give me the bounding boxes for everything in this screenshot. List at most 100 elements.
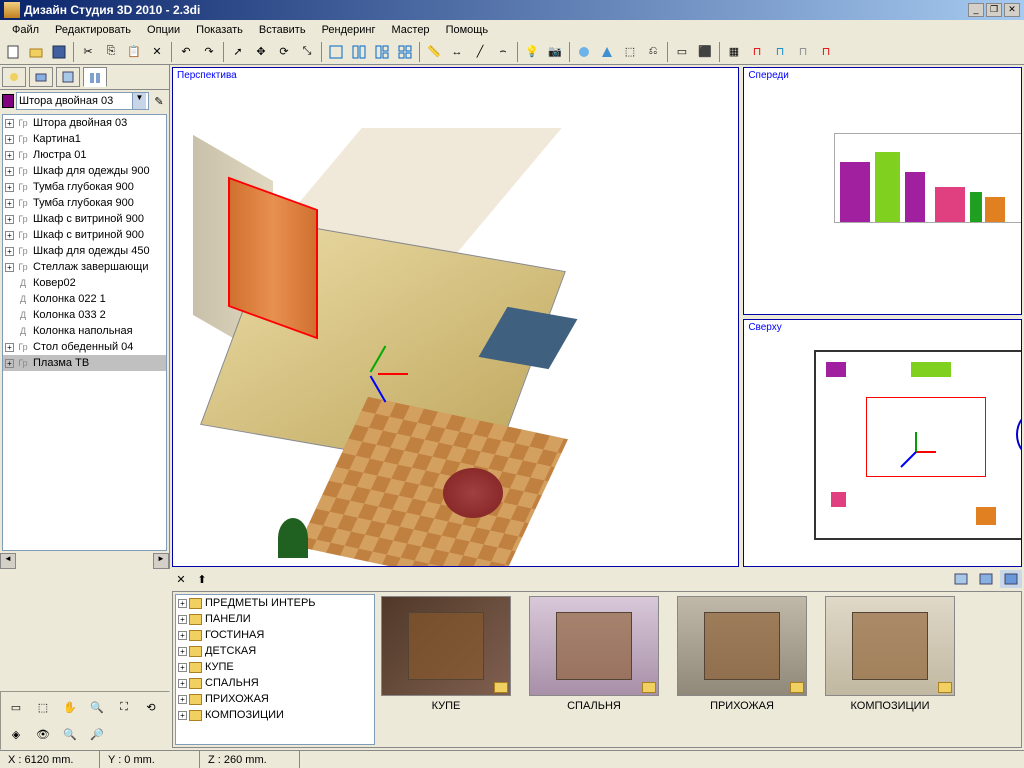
lib-tree-item[interactable]: +ГОСТИНАЯ <box>176 627 374 643</box>
nav-walk-icon[interactable]: 👁 <box>30 721 56 747</box>
tree-item[interactable]: ДКолонка напольная <box>3 323 166 339</box>
tree-item[interactable]: ДКовер02 <box>3 275 166 291</box>
render-icon[interactable] <box>573 41 595 63</box>
nav-frame-icon[interactable]: ▭ <box>3 694 29 720</box>
viewport-front[interactable]: Спереди <box>743 67 1022 315</box>
snap2-icon[interactable]: ⊓ <box>769 41 791 63</box>
viewport-perspective[interactable]: Перспектива <box>172 67 739 567</box>
select-icon[interactable]: ➚ <box>227 41 249 63</box>
scale-icon[interactable]: ⤡ <box>296 41 318 63</box>
libview-med-icon[interactable] <box>975 570 997 588</box>
tool-a-icon[interactable]: ⬚ <box>619 41 641 63</box>
cut-icon[interactable]: ✂ <box>77 41 99 63</box>
thumb-item[interactable]: СПАЛЬНЯ <box>529 596 659 712</box>
grid-icon[interactable]: ▦ <box>723 41 745 63</box>
tree-item[interactable]: +ГрСтеллаж завершающи <box>3 259 166 275</box>
ltab-3[interactable] <box>56 67 80 87</box>
layout4-icon[interactable] <box>394 41 416 63</box>
layout2-icon[interactable] <box>348 41 370 63</box>
minimize-button[interactable]: _ <box>968 3 984 17</box>
maximize-button[interactable]: ❐ <box>986 3 1002 17</box>
menu-show[interactable]: Показать <box>188 22 251 38</box>
paste-icon[interactable]: 📋 <box>123 41 145 63</box>
copy-icon[interactable]: ⎘ <box>100 41 122 63</box>
new-file-icon[interactable] <box>2 41 24 63</box>
tree-item[interactable]: +ГрШкаф с витриной 900 <box>3 211 166 227</box>
nav-zoomfit-icon[interactable]: ⛶ <box>111 694 137 720</box>
chevron-down-icon[interactable]: ▼ <box>132 93 146 109</box>
dimension-icon[interactable]: ↔ <box>446 41 468 63</box>
nav-zoom-icon[interactable]: 🔍 <box>84 694 110 720</box>
lib-tree-item[interactable]: +ПРЕДМЕТЫ ИНТЕРЬ <box>176 595 374 611</box>
wall-icon[interactable]: ▭ <box>671 41 693 63</box>
libview-small-icon[interactable] <box>950 570 972 588</box>
snap3-icon[interactable]: ⊓ <box>792 41 814 63</box>
tree-item[interactable]: +ГрШкаф для одежды 900 <box>3 163 166 179</box>
lib-tree-item[interactable]: +ПРИХОЖАЯ <box>176 691 374 707</box>
ltab-4[interactable] <box>83 67 107 87</box>
lib-up-icon[interactable]: ⬆ <box>193 570 211 588</box>
lib-tree-item[interactable]: +КОМПОЗИЦИИ <box>176 707 374 723</box>
tool-b-icon[interactable]: ⎌ <box>642 41 664 63</box>
redo-icon[interactable]: ↷ <box>198 41 220 63</box>
tree-item[interactable]: +ГрПлазма ТВ <box>3 355 166 371</box>
layout1-icon[interactable] <box>325 41 347 63</box>
snap4-icon[interactable]: ⊓ <box>815 41 837 63</box>
thumb-item[interactable]: КУПЕ <box>381 596 511 712</box>
light-icon[interactable]: 💡 <box>521 41 543 63</box>
tree-item[interactable]: +ГрШкаф для одежды 450 <box>3 243 166 259</box>
cone-icon[interactable] <box>596 41 618 63</box>
line-icon[interactable]: ╱ <box>469 41 491 63</box>
tree-item[interactable]: +ГрЛюстра 01 <box>3 147 166 163</box>
menu-edit[interactable]: Редактировать <box>47 22 139 38</box>
close-button[interactable]: ✕ <box>1004 3 1020 17</box>
rotate-icon[interactable]: ⟳ <box>273 41 295 63</box>
open-file-icon[interactable] <box>25 41 47 63</box>
nav-select-icon[interactable]: ⬚ <box>30 694 56 720</box>
tree-item[interactable]: +ГрСтол обеденный 04 <box>3 339 166 355</box>
delete-icon[interactable]: ✕ <box>146 41 168 63</box>
menu-insert[interactable]: Вставить <box>251 22 314 38</box>
measure-icon[interactable]: 📏 <box>423 41 445 63</box>
menu-options[interactable]: Опции <box>139 22 188 38</box>
tree-item[interactable]: +ГрТумба глубокая 900 <box>3 195 166 211</box>
ltab-2[interactable] <box>29 67 53 87</box>
lib-tree-item[interactable]: +ПАНЕЛИ <box>176 611 374 627</box>
viewport-top[interactable]: Сверху <box>743 319 1022 567</box>
menu-help[interactable]: Помощь <box>438 22 497 38</box>
layout3-icon[interactable] <box>371 41 393 63</box>
scene-tree[interactable]: +ГрШтора двойная 03+ГрКартина1+ГрЛюстра … <box>2 114 167 551</box>
object-color-swatch[interactable] <box>2 94 14 108</box>
thumb-item[interactable]: ПРИХОЖАЯ <box>677 596 807 712</box>
tree-item[interactable]: +ГрКартина1 <box>3 131 166 147</box>
move-gizmo-icon[interactable] <box>348 343 408 403</box>
ltab-1[interactable] <box>2 67 26 87</box>
menu-render[interactable]: Рендеринг <box>314 22 384 38</box>
lib-tree-item[interactable]: +ДЕТСКАЯ <box>176 643 374 659</box>
lib-close-icon[interactable]: ✕ <box>172 570 190 588</box>
tree-item[interactable]: ДКолонка 022 1 <box>3 291 166 307</box>
tree-item[interactable]: ДКолонка 033 2 <box>3 307 166 323</box>
arc-icon[interactable]: ⌢ <box>492 41 514 63</box>
left-scroll-h[interactable]: ◄► <box>0 553 169 569</box>
lib-tree-item[interactable]: +СПАЛЬНЯ <box>176 675 374 691</box>
object-edit-icon[interactable]: ✎ <box>151 93 167 109</box>
tree-item[interactable]: +ГрТумба глубокая 900 <box>3 179 166 195</box>
object-selector[interactable]: Штора двойная 03 ▼ <box>16 92 149 110</box>
tree-item[interactable]: +ГрШтора двойная 03 <box>3 115 166 131</box>
nav-orbit-icon[interactable]: ⟲ <box>138 694 164 720</box>
nav-zoomout-icon[interactable]: 🔎 <box>84 721 110 747</box>
nav-cube-icon[interactable]: ◈ <box>3 721 29 747</box>
tree-item[interactable]: +ГрШкаф с витриной 900 <box>3 227 166 243</box>
snap1-icon[interactable]: ⊓ <box>746 41 768 63</box>
undo-icon[interactable]: ↶ <box>175 41 197 63</box>
library-tree[interactable]: +ПРЕДМЕТЫ ИНТЕРЬ+ПАНЕЛИ+ГОСТИНАЯ+ДЕТСКАЯ… <box>175 594 375 745</box>
nav-zoomin-icon[interactable]: 🔍 <box>57 721 83 747</box>
extrude-icon[interactable]: ⬛ <box>694 41 716 63</box>
libview-large-icon[interactable] <box>1000 570 1022 588</box>
thumb-item[interactable]: КОМПОЗИЦИИ <box>825 596 955 712</box>
nav-pan-icon[interactable]: ✋ <box>57 694 83 720</box>
menu-file[interactable]: Файл <box>4 22 47 38</box>
move-icon[interactable]: ✥ <box>250 41 272 63</box>
menu-master[interactable]: Мастер <box>384 22 438 38</box>
